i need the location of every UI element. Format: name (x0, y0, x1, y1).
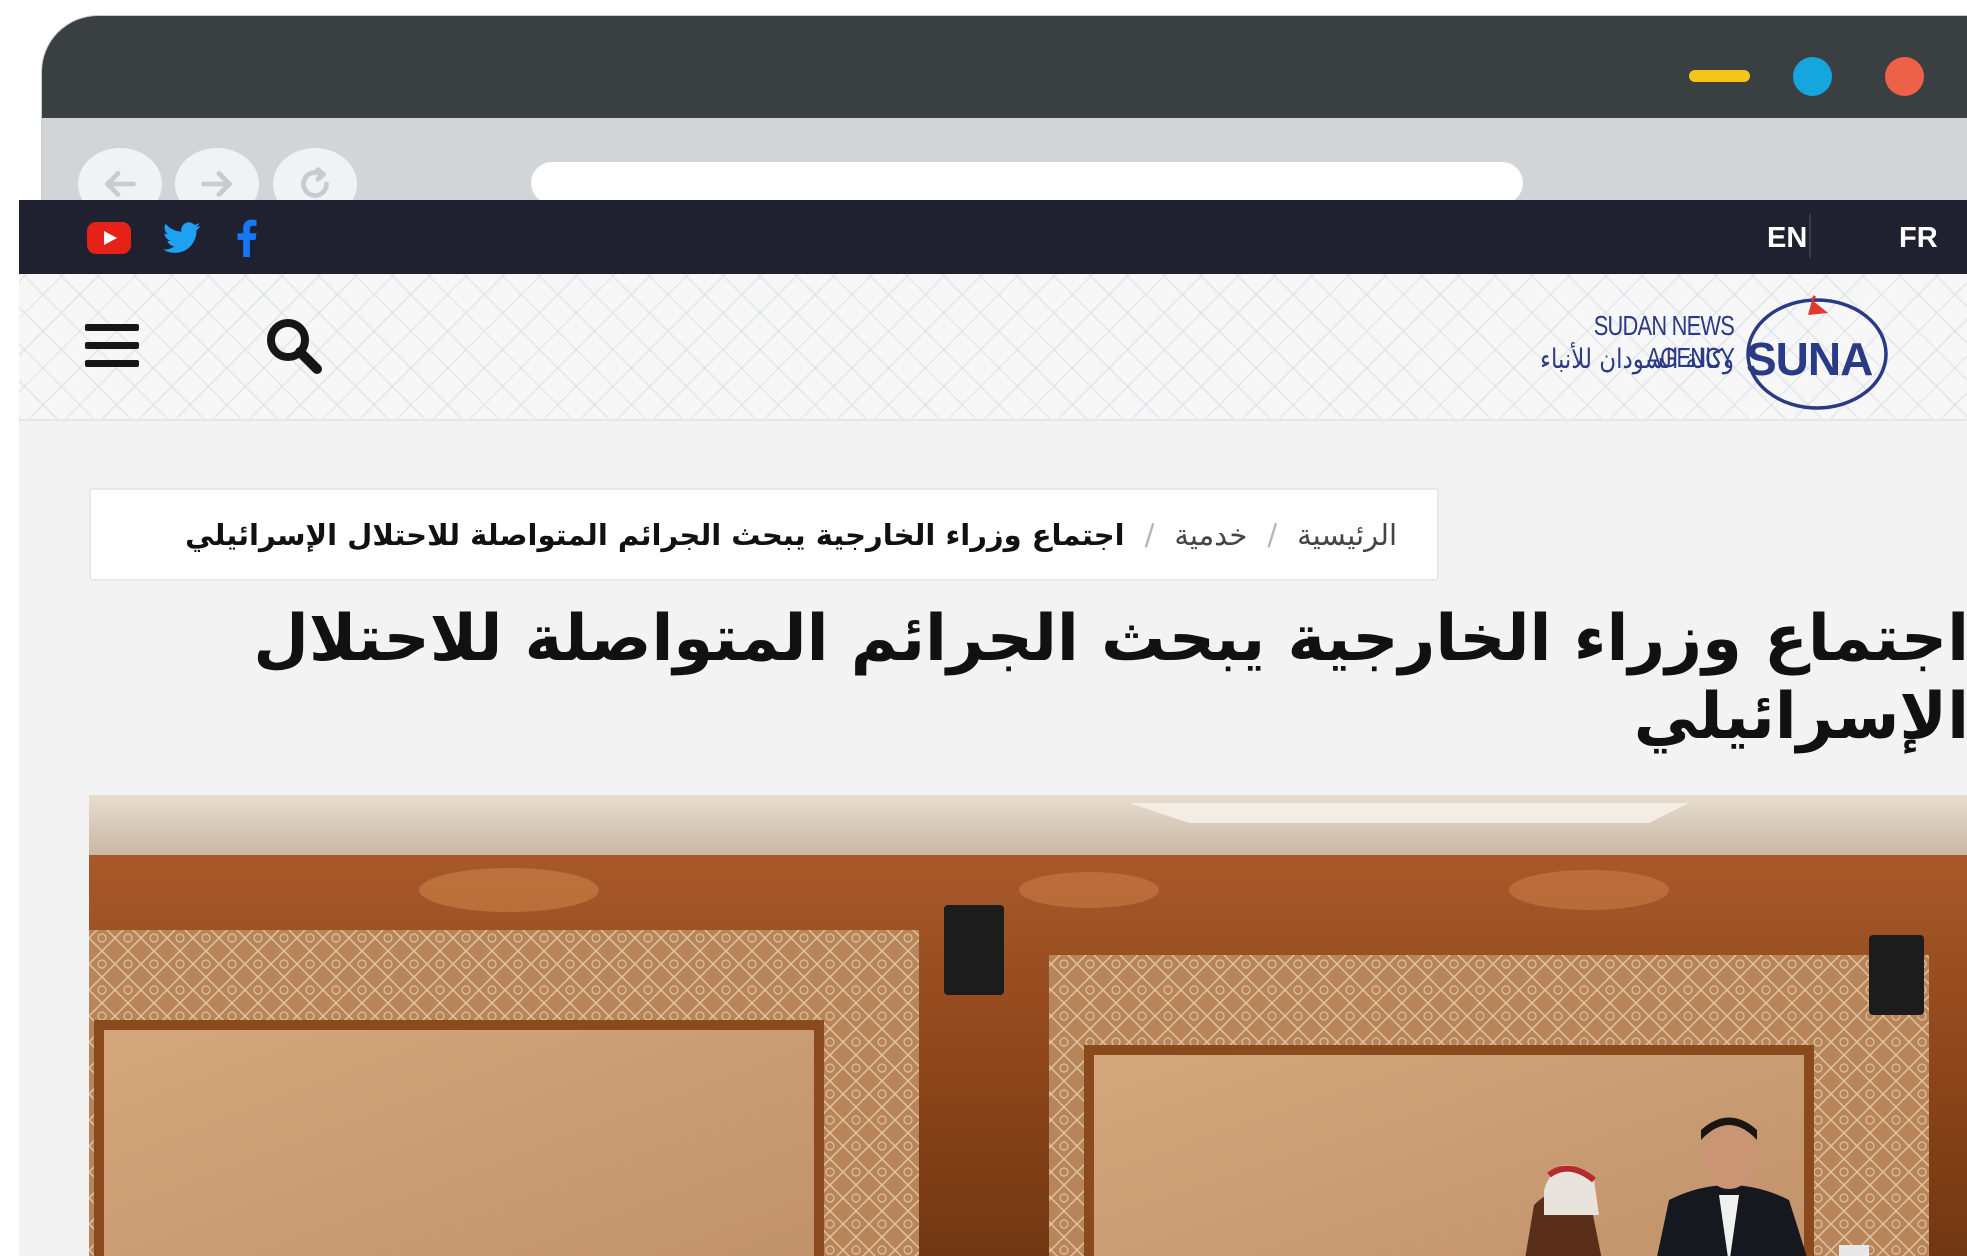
breadcrumb: الرئيسية / خدمية / اجتماع وزراء الخارجية… (89, 488, 1439, 581)
youtube-link[interactable] (87, 218, 131, 258)
browser-titlebar (42, 16, 1967, 118)
twitter-icon (163, 222, 201, 253)
breadcrumb-home-link[interactable]: الرئيسية (1297, 518, 1397, 552)
article-title: اجتماع وزراء الخارجية يبحث الجرائم المتو… (253, 600, 1967, 756)
website: EN FR SUDAN NEWS AGENCY وكالة السودان لل… (19, 200, 1967, 1256)
youtube-icon (87, 222, 131, 254)
address-bar[interactable] (531, 162, 1523, 204)
site-header: SUDAN NEWS AGENCY وكالة السودان للأنباء … (19, 274, 1967, 421)
breadcrumb-separator: / (1144, 517, 1155, 552)
breadcrumb-section-link[interactable]: خدمية (1174, 518, 1247, 552)
maximize-window-button[interactable] (1793, 57, 1832, 96)
article-photo (89, 795, 1967, 1256)
logo-wordmark: SUNA (1746, 333, 1873, 385)
article-title-line-1: اجتماع وزراء الخارجية يبحث الجرائم المتو… (253, 602, 1967, 676)
facebook-link[interactable] (235, 218, 259, 258)
minimize-window-button[interactable] (1689, 70, 1750, 82)
language-fr-link[interactable]: FR (1899, 218, 1938, 258)
logo-arabic-name: وكالة السودان للأنباء (1540, 344, 1734, 375)
search-icon (267, 319, 322, 374)
site-topbar: EN FR (19, 200, 1967, 274)
facebook-icon (237, 219, 257, 257)
language-divider (1809, 214, 1811, 258)
twitter-link[interactable] (162, 218, 202, 258)
language-en-link[interactable]: EN (1767, 218, 1807, 258)
close-window-button[interactable] (1885, 57, 1924, 96)
search-button[interactable] (262, 314, 326, 378)
meeting-room-photo (89, 795, 1967, 1256)
article-title-line-2: الإسرائيلي (1633, 680, 1967, 754)
breadcrumb-current-page: اجتماع وزراء الخارجية يبحث الجرائم المتو… (185, 517, 1125, 552)
hamburger-menu-icon[interactable] (85, 324, 139, 368)
breadcrumb-separator: / (1267, 517, 1278, 552)
site-logo[interactable]: SUDAN NEWS AGENCY وكالة السودان للأنباء … (1504, 292, 1944, 412)
